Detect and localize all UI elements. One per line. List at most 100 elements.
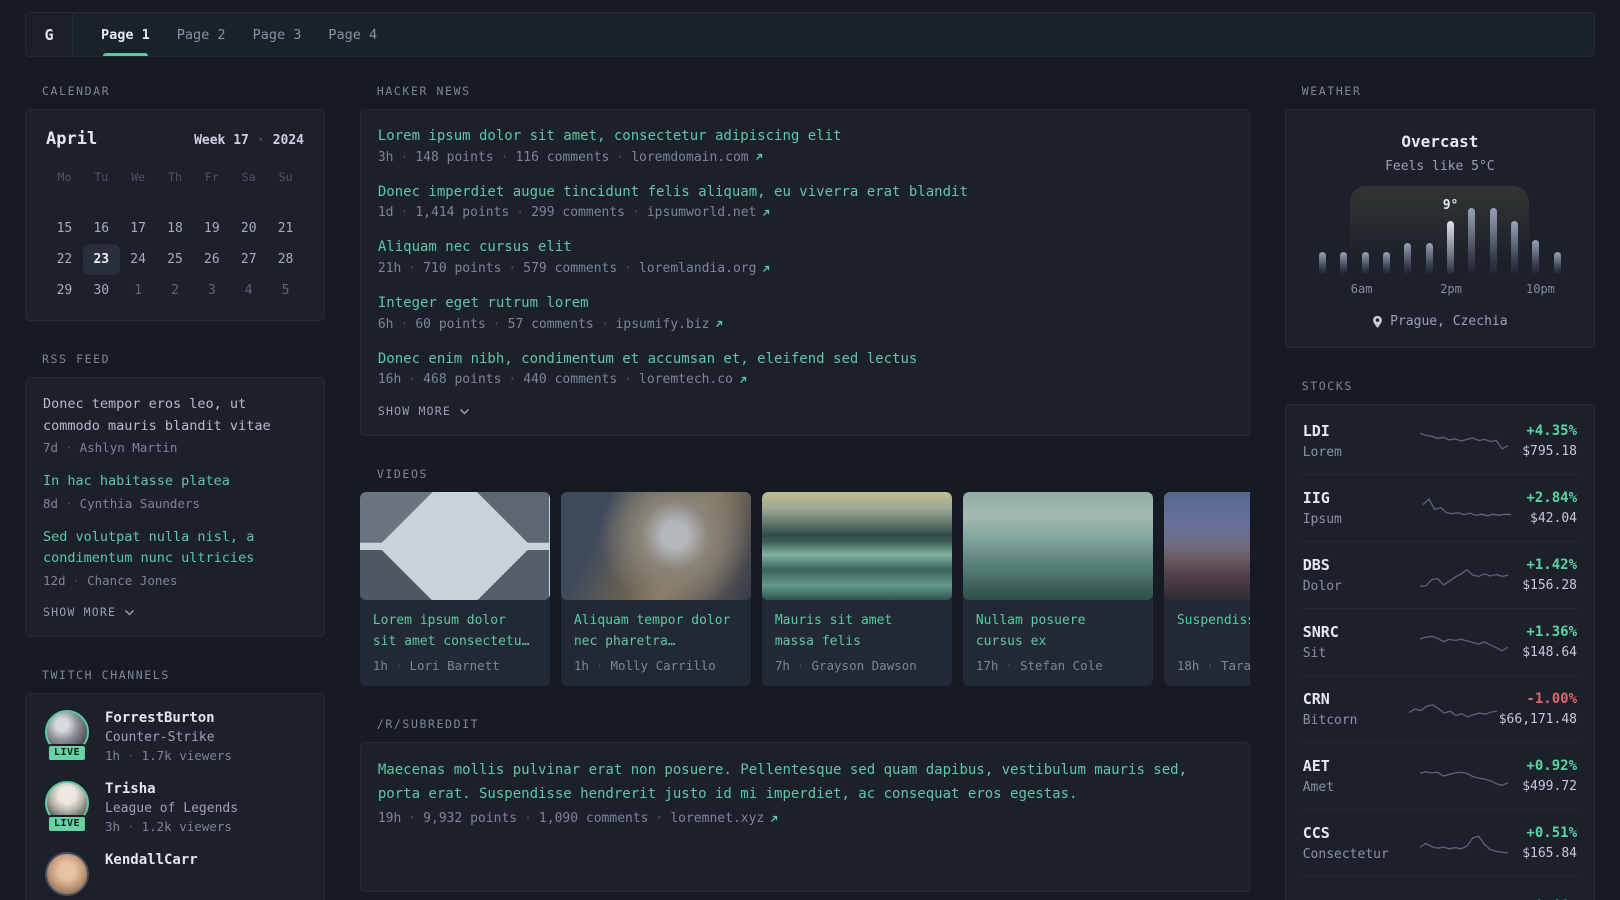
stock-symbol[interactable]: SNRC [1303, 623, 1339, 641]
stock-row[interactable]: SNRC Sit +1.36% $148.64 [1302, 608, 1577, 675]
video-channel: Molly Carrillo [610, 658, 716, 674]
stock-row[interactable]: AHS+0.46% [1302, 876, 1577, 900]
stock-symbol[interactable]: AET [1303, 757, 1330, 775]
rss-item-title[interactable]: Sed volutpat nulla nisl, a condimentum n… [43, 527, 307, 570]
weather-time-label: 2pm [1440, 282, 1462, 296]
app-logo[interactable]: G [26, 13, 73, 56]
twitch-avatar-wrap: LIVE [43, 709, 91, 762]
video-title[interactable]: Nullam posuere cursus ex [976, 611, 1140, 653]
weather-bar-column [1504, 208, 1525, 274]
twitch-channel-row[interactable]: LIVE Trisha League of Legends 3h · 1.2k viewe… [43, 780, 307, 834]
hn-item-title[interactable]: Donec imperdiet augue tincidunt felis al… [378, 182, 1232, 204]
twitch-stream-age: 3h [105, 818, 121, 834]
hn-item-title[interactable]: Lorem ipsum dolor sit amet, consectetur … [378, 126, 1232, 148]
video-thumbnail[interactable] [359, 492, 550, 601]
hn-item-points: 60 points [415, 316, 486, 332]
stock-symbol[interactable]: LDI [1303, 422, 1330, 440]
avatar[interactable] [45, 851, 89, 896]
hn-item-age: 16h [377, 372, 402, 388]
video-card[interactable]: Lorem ipsum dolor sit amet consectetu… 1h… [359, 492, 550, 687]
stock-row[interactable]: DBS Dolor +1.42% $156.28 [1302, 541, 1577, 608]
calendar-weekday: Mo [57, 170, 72, 184]
external-link-icon [761, 208, 771, 218]
video-thumbnail[interactable] [761, 492, 952, 601]
weather-location: Prague, Czechia [1390, 314, 1508, 329]
calendar-day-selected: 23 [82, 244, 120, 275]
tab-page-2[interactable]: Page 2 [177, 13, 226, 56]
video-title[interactable]: Suspendisse diam [1177, 611, 1250, 653]
stock-id: SNRC Sit [1303, 623, 1407, 661]
twitch-game[interactable]: Counter-Strike [105, 730, 232, 745]
hn-item-title[interactable]: Integer eget rutrum lorem [378, 293, 1232, 315]
video-thumbnail[interactable] [560, 492, 751, 601]
video-channel: Tara [1220, 658, 1250, 674]
hn-show-more-button[interactable]: SHOW MORE [378, 404, 470, 418]
video-card[interactable]: Nullam posuere cursus ex 17h · Stefan Cole [962, 492, 1153, 687]
twitch-channel-name[interactable]: Trisha [105, 781, 238, 797]
separator-dot: · [1206, 658, 1214, 674]
twitch-channel-row[interactable]: LIVE ForrestBurton Counter-Strike 1h · 1.7k v… [43, 709, 307, 763]
hn-item-age: 21h [377, 261, 402, 277]
hn-item-comments: 299 comments [531, 205, 626, 221]
hn-item-domain-link[interactable]: ipsumify.biz [616, 317, 725, 332]
twitch-channel-row[interactable]: KendallCarr [43, 851, 307, 900]
hacker-news-item: Lorem ipsum dolor sit amet, consectetur … [378, 126, 1232, 165]
weather-bar [1340, 252, 1348, 274]
video-card[interactable]: Mauris sit amet massa felis 7h · Grayson Da… [761, 492, 952, 687]
stocks-card: LDI Lorem +4.35% $795.18 IIG Ipsum +2.84% $42.0… [1284, 404, 1595, 900]
stock-symbol[interactable]: CRN [1303, 690, 1330, 708]
stock-row[interactable]: AET Amet +0.92% $499.72 [1302, 742, 1577, 809]
hacker-news-item: Aliquam nec cursus elit 21h · 710 points · 57… [378, 237, 1232, 276]
video-thumbnail[interactable] [962, 492, 1153, 601]
widget-label-stocks: STOCKS [1301, 379, 1353, 393]
rss-item-title[interactable]: Donec tempor eros leo, ut commodo mauris… [43, 394, 307, 437]
rss-show-more-button[interactable]: SHOW MORE [43, 605, 135, 619]
video-card[interactable]: Suspendisse diam 18h · Tara [1163, 492, 1250, 687]
calendar-weekday: Su [278, 170, 293, 184]
video-card[interactable]: Aliquam tempor dolor nec pharetra… 1h · Mol… [560, 492, 751, 687]
stock-sparkline-wrap [1407, 828, 1522, 858]
stock-row[interactable]: CCS Consectetur +0.51% $165.84 [1302, 809, 1577, 876]
twitch-channel-name[interactable]: ForrestBurton [105, 710, 232, 726]
stock-symbol[interactable]: CCS [1303, 824, 1330, 842]
stock-symbol[interactable]: IIG [1303, 489, 1330, 507]
reddit-post-title[interactable]: Maecenas mollis pulvinar erat non posuer… [378, 759, 1232, 807]
separator-dot: · [655, 811, 664, 827]
stock-row[interactable]: LDI Lorem +4.35% $795.18 [1303, 408, 1577, 474]
hacker-news-card: Lorem ipsum dolor sit amet, consectetur … [359, 109, 1250, 437]
video-meta: 18h · Tara [1177, 658, 1250, 673]
twitch-game[interactable]: League of Legends [105, 801, 238, 816]
twitch-channel-info: ForrestBurton Counter-Strike 1h · 1.7k viewe… [105, 710, 232, 763]
hn-item-comments: 579 comments [523, 261, 618, 277]
weather-bar-column [1461, 208, 1482, 274]
hn-item-domain-link[interactable]: loremdomain.com [631, 150, 763, 165]
weather-bar [1532, 240, 1540, 274]
rss-item-title[interactable]: In hac habitasse platea [43, 471, 307, 493]
stock-row[interactable]: IIG Ipsum +2.84% $42.04 [1302, 474, 1577, 541]
hn-item-title[interactable]: Aliquam nec cursus elit [378, 237, 1232, 259]
twitch-stream-age: 1h [105, 747, 121, 763]
calendar-day: 2 [171, 283, 179, 298]
weather-bar-column: 9° [1440, 198, 1461, 274]
separator-dot: · [600, 316, 609, 332]
twitch-channel-name[interactable]: KendallCarr [105, 852, 198, 868]
reddit-post-meta: 19h · 9,932 points · 1,090 comments · loremnet… [378, 811, 1232, 826]
tab-page-1[interactable]: Page 1 [101, 13, 150, 56]
hn-item-domain-link[interactable]: loremlandia.org [639, 261, 771, 276]
video-title[interactable]: Lorem ipsum dolor sit amet consectetu… [373, 611, 537, 653]
stock-row[interactable]: CRN Bitcorn -1.00% $66,171.48 [1302, 675, 1577, 742]
hn-item-domain-link[interactable]: ipsumworld.net [647, 205, 772, 220]
twitch-stream-meta: 1h · 1.7k viewers [105, 748, 232, 763]
video-title[interactable]: Mauris sit amet massa felis [775, 611, 939, 653]
weather-time-label: 10pm [1526, 282, 1555, 296]
video-title[interactable]: Aliquam tempor dolor nec pharetra… [574, 611, 738, 653]
hn-item-domain-link[interactable]: loremtech.co [639, 372, 748, 387]
rss-item: In hac habitasse platea 8d · Cynthia Saunde… [43, 471, 307, 511]
calendar-card: April Week 17 · 2024 Mo Tu We Th Fr Sa Su 15 16… [25, 109, 325, 321]
video-thumbnail[interactable] [1163, 492, 1250, 601]
hn-item-title[interactable]: Donec enim nibh, condimentum et accumsan… [378, 349, 1232, 371]
stock-symbol[interactable]: DBS [1303, 556, 1330, 574]
tab-page-3[interactable]: Page 3 [253, 13, 302, 56]
tab-page-4[interactable]: Page 4 [328, 13, 377, 56]
reddit-post-domain-link[interactable]: loremnet.xyz [670, 811, 779, 826]
